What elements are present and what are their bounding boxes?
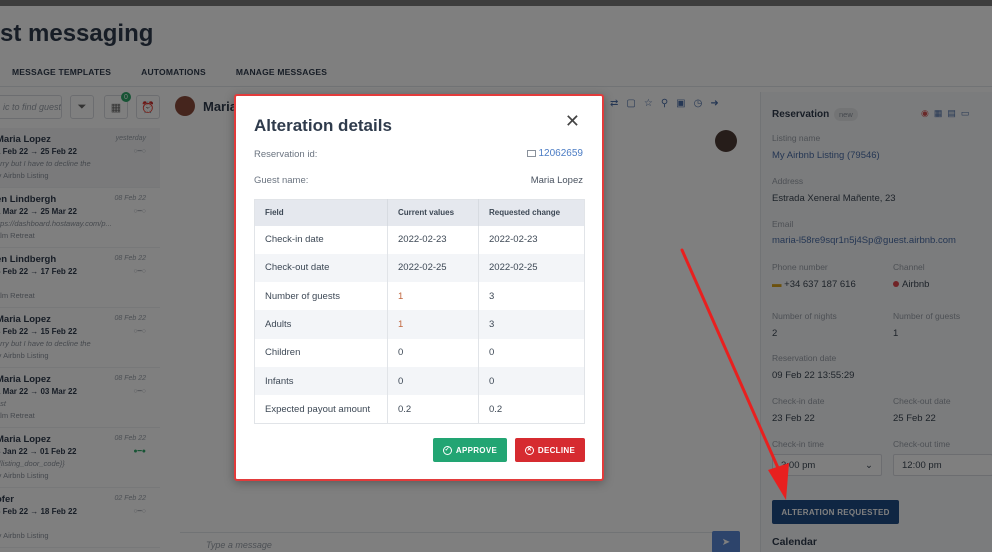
requested-change-cell: 3 <box>489 290 495 302</box>
id-card-icon <box>526 150 536 157</box>
check-circle-icon: ✓ <box>442 445 452 455</box>
requested-change-cell: 0 <box>478 366 585 396</box>
x-circle-icon: ✕ <box>524 445 534 455</box>
column-header-requested: Requested change <box>478 199 585 226</box>
requested-change-cell: 2022-02-23 <box>489 234 538 246</box>
column-header-current: Current values <box>387 199 479 226</box>
reservation-id-label: Reservation id: <box>254 149 318 160</box>
decline-button[interactable]: ✕ DECLINE <box>515 438 585 462</box>
guest-name-label: Guest name: <box>254 175 309 186</box>
requested-change-cell: 0.2 <box>489 403 503 415</box>
column-header-field: Field <box>254 199 388 226</box>
approve-label: APPROVE <box>455 445 498 455</box>
table-row: Children 0 0 <box>254 338 585 367</box>
current-value-cell: 1 <box>387 310 479 339</box>
current-value-cell: 0 <box>387 366 479 396</box>
current-value-cell: 0.2 <box>387 395 479 424</box>
requested-change-cell: 2022-02-25 <box>478 253 585 283</box>
modal-title: Alteration details <box>254 116 392 135</box>
field-cell: Check-out date <box>254 253 388 283</box>
alteration-details-modal: Alteration details ✕ Reservation id: 120… <box>234 94 604 481</box>
reservation-id-value[interactable]: 12062659 <box>526 148 584 159</box>
field-cell: Number of guests <box>254 282 388 311</box>
table-row: Adults 1 3 <box>254 310 585 339</box>
guest-name-value: Maria Lopez <box>530 175 583 186</box>
table-row: Check-in date 2022-02-23 2022-02-23 <box>254 225 585 254</box>
field-cell: Check-in date <box>254 225 388 254</box>
reservation-id-link[interactable]: 12062659 <box>539 148 584 159</box>
field-cell: Children <box>254 338 388 367</box>
field-cell: Adults <box>254 310 388 339</box>
requested-change-cell: 0 <box>489 347 495 359</box>
table-header-row: Field Current values Requested change <box>254 199 585 226</box>
current-value-cell: 2022-02-25 <box>387 253 479 283</box>
requested-change-cell: 3 <box>478 310 585 339</box>
current-value-cell: 0 <box>387 338 479 367</box>
current-value-cell: 2022-02-23 <box>387 225 479 254</box>
approve-button[interactable]: ✓ APPROVE <box>433 438 507 462</box>
decline-label: DECLINE <box>537 445 576 455</box>
field-cell: Expected payout amount <box>254 395 388 424</box>
current-value-cell: 1 <box>387 282 479 311</box>
field-cell: Infants <box>254 366 388 396</box>
table-row: Infants 0 0 <box>254 366 585 396</box>
close-icon[interactable]: ✕ <box>565 112 580 130</box>
table-row: Number of guests 1 3 <box>254 282 585 311</box>
table-row: Expected payout amount 0.2 0.2 <box>254 395 585 424</box>
alteration-table: Field Current values Requested change Ch… <box>254 199 585 425</box>
table-row: Check-out date 2022-02-25 2022-02-25 <box>254 253 585 283</box>
